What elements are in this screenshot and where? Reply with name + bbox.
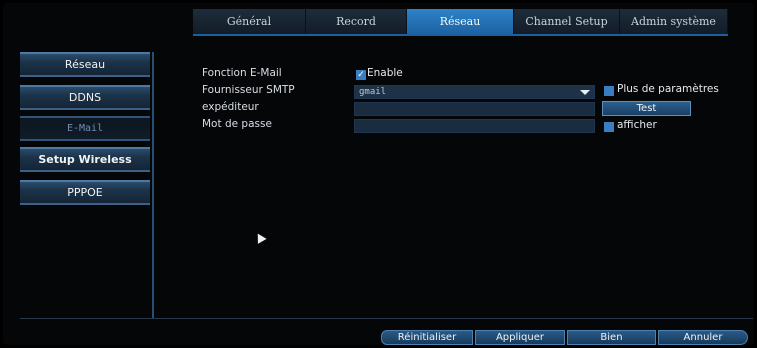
sender-input[interactable] — [354, 102, 595, 116]
sidebar-item-ddns[interactable]: DDNS — [20, 85, 150, 110]
tab-bar: Général Record Réseau Channel Setup Admi… — [193, 9, 728, 34]
tab-record[interactable]: Record — [306, 9, 407, 34]
cancel-button[interactable]: Annuler — [658, 330, 748, 345]
sidebar-item-setup-wireless[interactable]: Setup Wireless — [20, 147, 150, 172]
enable-checkbox[interactable]: ✓ — [356, 70, 366, 80]
sidebar-item-email[interactable]: E-Mail — [20, 116, 150, 141]
show-password-label: afficher — [617, 119, 657, 131]
sidebar-item-pppoe[interactable]: PPPOE — [20, 180, 150, 205]
enable-label: Enable — [367, 67, 403, 79]
sidebar-item-network[interactable]: Réseau — [20, 52, 150, 77]
sidebar-divider — [152, 52, 154, 318]
more-params-label: Plus de paramètres — [617, 83, 719, 95]
smtp-provider-value: gmail — [359, 87, 387, 97]
sender-label: expéditeur — [202, 101, 259, 113]
show-password-checkbox[interactable] — [604, 122, 614, 132]
tab-network[interactable]: Réseau — [407, 9, 514, 34]
ok-button[interactable]: Bien — [567, 330, 656, 345]
tab-general[interactable]: Général — [193, 9, 306, 34]
reset-button[interactable]: Réinitialiser — [381, 330, 473, 345]
tab-channel-setup[interactable]: Channel Setup — [514, 9, 620, 34]
smtp-provider-select[interactable]: gmail — [354, 85, 595, 99]
check-icon: ✓ — [357, 70, 365, 80]
apply-button[interactable]: Appliquer — [475, 330, 565, 345]
smtp-provider-label: Fournisseur SMTP — [202, 84, 295, 96]
email-function-label: Fonction E-Mail — [202, 67, 282, 79]
more-params-checkbox[interactable] — [604, 86, 614, 96]
test-button[interactable]: Test — [602, 101, 691, 116]
password-input[interactable] — [354, 119, 595, 133]
tab-system-admin[interactable]: Admin système — [620, 9, 728, 34]
chevron-down-icon[interactable] — [580, 90, 590, 95]
footer-divider — [20, 318, 753, 319]
tab-underline — [193, 34, 728, 36]
password-label: Mot de passe — [202, 118, 272, 130]
